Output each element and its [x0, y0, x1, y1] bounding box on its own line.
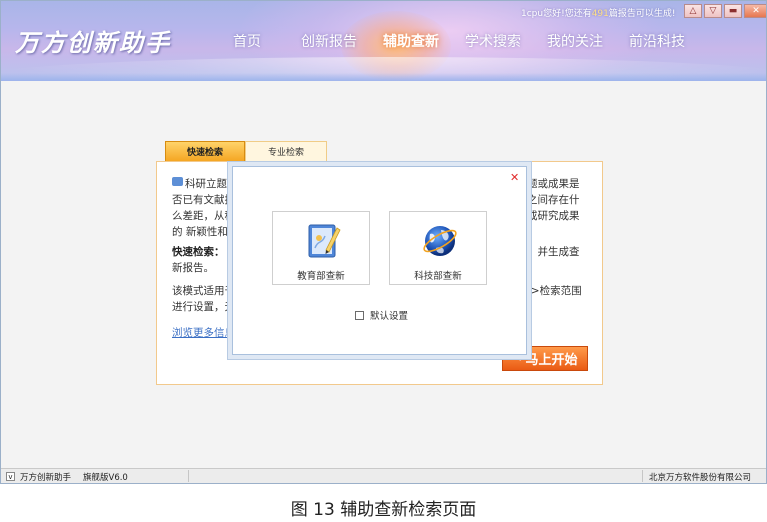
figure-caption: 图 13 辅助查新检索页面: [290, 500, 477, 520]
close-icon[interactable]: ✕: [744, 4, 766, 18]
tech-ministry-label: 科技部查新: [414, 271, 462, 282]
status-company: 北京万方软件股份有限公司: [649, 473, 752, 483]
dialog-close-icon[interactable]: ✕: [510, 171, 519, 184]
nav-academic-search[interactable]: 学术搜索: [452, 31, 534, 51]
tab-quick-search[interactable]: 快速检索: [165, 141, 245, 161]
intro-line: 题或成果是: [527, 178, 580, 190]
nav-innovation-report[interactable]: 创新报告: [288, 31, 370, 51]
header-banner: 万方创新助手 首页 创新报告 辅助查新 学术搜索 我的关注 前沿科技 1cpu您…: [1, 1, 766, 81]
app-logo: 万方创新助手: [15, 28, 171, 57]
quick-desc-title: 快速检索：: [172, 246, 225, 258]
notice-prefix: 1cpu您好!您还有: [521, 9, 592, 19]
start-now-label: 马上开始: [525, 353, 578, 368]
edu-ministry-search-card[interactable]: 教育部查新: [272, 211, 370, 285]
tab-pro-search[interactable]: 专业检索: [245, 141, 327, 161]
mode-desc-right: ->检索范围: [527, 283, 597, 299]
notebook-pencil-icon: [308, 224, 341, 258]
nav-home[interactable]: 首页: [206, 31, 288, 51]
status-version: 旗舰版V6.0: [83, 473, 128, 483]
status-divider: [642, 470, 643, 482]
nav-my-follows[interactable]: 我的关注: [534, 31, 616, 51]
menu-down-icon[interactable]: ▽: [704, 4, 722, 18]
quick-desc-right: ，并生成查: [527, 244, 597, 260]
default-setting-label: 默认设置: [370, 311, 409, 322]
tech-ministry-search-card[interactable]: 科技部查新: [389, 211, 487, 285]
status-app-name: 万方创新助手: [20, 473, 72, 483]
intro-line: 或研究成果: [527, 210, 580, 222]
intro-line: 科研立题的: [185, 178, 238, 190]
info-icon: [172, 177, 183, 186]
mode-desc-line: ->检索范围: [527, 285, 582, 297]
quota-notice: 1cpu您好!您还有491篇报告可以生成!: [521, 6, 676, 19]
quick-desc-line: ，并生成查: [527, 246, 580, 258]
default-setting-checkbox[interactable]: [355, 310, 364, 320]
novelty-type-dialog: ✕ 教育部查新 科技部查新 默认设置: [232, 166, 527, 355]
nav-frontier-tech[interactable]: 前沿科技: [616, 31, 698, 51]
main-nav: 首页 创新报告 辅助查新 学术搜索 我的关注 前沿科技: [206, 31, 698, 51]
minimize-icon[interactable]: ▬: [724, 4, 742, 18]
edu-ministry-label: 教育部查新: [297, 271, 345, 282]
notice-count: 491: [591, 9, 609, 19]
browse-more-link[interactable]: 浏览更多信息: [172, 325, 235, 340]
notice-suffix: 篇报告可以生成!: [608, 9, 676, 19]
nav-assisted-novelty-search[interactable]: 辅助查新: [370, 31, 452, 51]
status-divider: [188, 470, 189, 482]
intro-line: 之间存在什: [527, 194, 580, 206]
status-expand-icon[interactable]: v: [6, 472, 15, 481]
default-setting-row: 默认设置: [355, 308, 408, 322]
window-controls: △ ▽ ▬ ✕: [684, 4, 766, 18]
search-mode-tabs: 快速检索 专业检索: [165, 141, 327, 161]
globe-icon: [423, 226, 457, 256]
intro-right: 题或成果是 之间存在什 或研究成果: [527, 176, 597, 224]
status-bar: v 万方创新助手 旗舰版V6.0 北京万方软件股份有限公司: [1, 468, 766, 483]
skin-icon[interactable]: △: [684, 4, 702, 18]
app-window: 万方创新助手 首页 创新报告 辅助查新 学术搜索 我的关注 前沿科技 1cpu您…: [0, 0, 767, 484]
